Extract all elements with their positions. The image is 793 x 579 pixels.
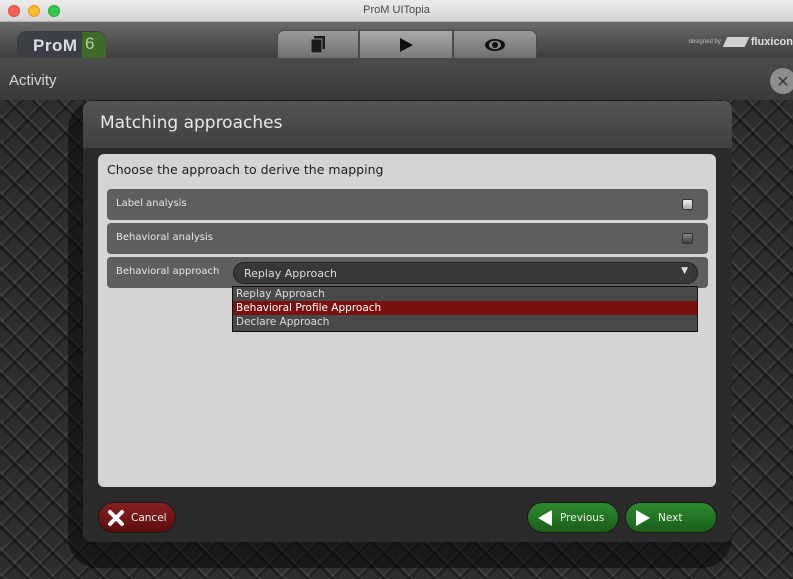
tab-views[interactable]: [453, 30, 537, 58]
window-title: ProM UITopia: [363, 4, 430, 16]
view-tabs: [277, 30, 537, 58]
logo-version-text: 6: [85, 34, 95, 53]
chevron-down-icon: ▼: [681, 266, 688, 276]
panel-prompt: Choose the approach to derive the mappin…: [107, 162, 384, 177]
window-titlebar: ProM UITopia: [0, 0, 793, 22]
arrow-left-icon: [536, 509, 554, 527]
next-button-label: Next: [658, 511, 683, 524]
logo-version: 6: [82, 32, 106, 58]
next-button[interactable]: Next: [625, 502, 717, 533]
fluxicon-logo-mark: [722, 37, 750, 47]
previous-button[interactable]: Previous: [527, 502, 619, 533]
dialog-title: Matching approaches: [100, 113, 283, 133]
dropdown-option-behavioral-profile[interactable]: Behavioral Profile Approach: [233, 301, 697, 315]
matching-dialog: Matching approaches Choose the approach …: [83, 101, 732, 542]
tab-actions[interactable]: [359, 30, 453, 58]
arrow-right-icon: [634, 509, 652, 527]
option-row-behavioral-analysis: Behavioral analysis: [107, 223, 708, 254]
cancel-button[interactable]: Cancel: [98, 502, 176, 533]
label-analysis-checkbox[interactable]: [682, 199, 693, 210]
credit-designed-by: designed by: [688, 39, 721, 45]
approach-dropdown-list: Replay Approach Behavioral Profile Appro…: [232, 286, 698, 332]
dropdown-option-replay[interactable]: Replay Approach: [233, 287, 697, 301]
close-circle-icon[interactable]: ✕: [770, 68, 793, 94]
fluxicon-credit: designed by fluxicon: [688, 36, 793, 48]
activity-bar: Activity: [0, 58, 793, 100]
behavioral-analysis-checkbox[interactable]: [682, 233, 693, 244]
eye-icon: [485, 38, 505, 51]
documents-icon: [310, 35, 325, 53]
app-header: ProM 6 designed by fluxicon: [0, 22, 793, 58]
approach-select-value: Replay Approach: [244, 267, 337, 280]
dropdown-option-declare[interactable]: Declare Approach: [233, 315, 697, 329]
option-row-label-analysis: Label analysis: [107, 189, 708, 220]
play-icon: [400, 37, 413, 52]
dialog-header: Matching approaches: [83, 101, 732, 148]
cancel-x-icon: [107, 509, 125, 527]
previous-button-label: Previous: [560, 511, 605, 524]
options-panel: Choose the approach to derive the mappin…: [98, 154, 716, 487]
behavioral-analysis-label: Behavioral analysis: [116, 232, 213, 243]
tab-workspace[interactable]: [277, 30, 359, 58]
approach-select[interactable]: Replay Approach ▼: [233, 262, 698, 284]
cancel-button-label: Cancel: [131, 511, 167, 524]
behavioral-approach-label: Behavioral approach: [116, 266, 220, 277]
label-analysis-label: Label analysis: [116, 198, 187, 209]
credit-brand: fluxicon: [750, 36, 793, 48]
activity-title: Activity: [9, 72, 57, 89]
logo-text: ProM: [33, 36, 78, 55]
